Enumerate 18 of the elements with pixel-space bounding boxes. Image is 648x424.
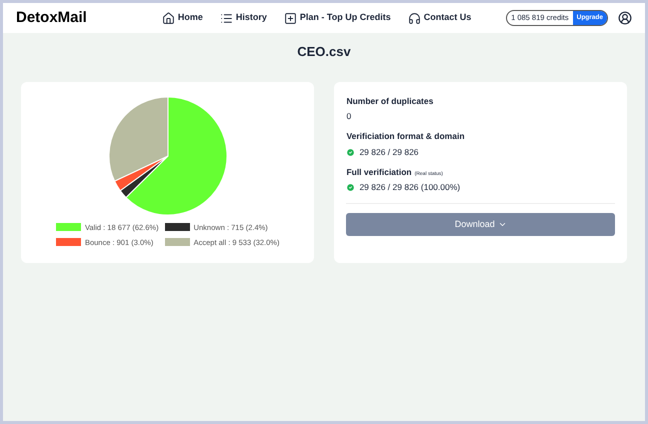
stat-heading: Full verificiation [346, 166, 412, 178]
logo: DetoxMail [16, 8, 87, 28]
stat-heading: Verificiation format & domain [346, 130, 465, 143]
home-icon [162, 12, 175, 24]
stat-value: 0 [346, 110, 352, 123]
nav-link[interactable]: Contact Us [408, 11, 472, 25]
stat-heading: Number of duplicates [346, 94, 434, 108]
page-title: CEO.csv [297, 43, 351, 61]
caret-icon [498, 220, 507, 229]
stat-value: 29 826 / 29 826 [359, 146, 419, 158]
nav-link[interactable]: Home [162, 11, 203, 25]
headphones-icon [408, 12, 421, 24]
plus-square-icon [284, 12, 297, 24]
account-icon[interactable] [618, 11, 632, 25]
nav-link[interactable]: History [220, 11, 267, 25]
download-button[interactable]: Download [346, 213, 615, 236]
stat-value: 29 826 / 29 826 (100.00%) [359, 181, 460, 194]
nav-link[interactable]: Plan - Top Up Credits [284, 11, 391, 25]
